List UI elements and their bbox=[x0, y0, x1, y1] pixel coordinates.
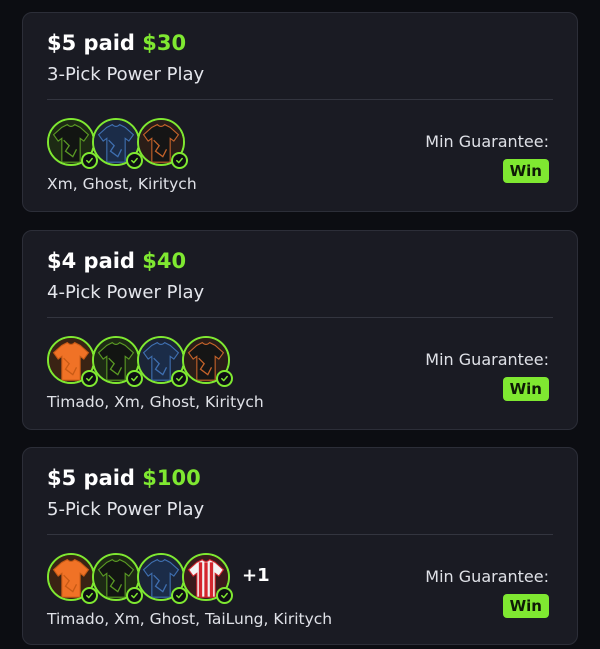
min-guarantee-label: Min Guarantee: bbox=[425, 350, 549, 369]
divider bbox=[47, 99, 553, 100]
paid-line: $5 paid $30 bbox=[47, 31, 186, 55]
entry-amount: $4 paid bbox=[47, 249, 135, 273]
entry-amount: $5 paid bbox=[47, 31, 135, 55]
payout-amount: $100 bbox=[142, 466, 201, 490]
player-names: Timado, Xm, Ghost, TaiLung, Kiritych bbox=[47, 610, 333, 628]
payout-amount: $40 bbox=[142, 249, 187, 273]
check-icon bbox=[126, 370, 143, 387]
min-guarantee-label: Min Guarantee: bbox=[425, 567, 549, 586]
check-icon bbox=[171, 370, 188, 387]
player-names: Xm, Ghost, Kiritych bbox=[47, 175, 197, 193]
divider bbox=[47, 317, 553, 318]
paid-line: $4 paid $40 bbox=[47, 249, 186, 273]
entry-card[interactable]: $5 paid $30 3-Pick Power Play Xm, Ghost,… bbox=[22, 12, 578, 212]
play-type: 5-Pick Power Play bbox=[47, 499, 205, 520]
check-icon bbox=[216, 370, 233, 387]
entry-card[interactable]: $5 paid $100 5-Pick Power Play +1 Timado… bbox=[22, 447, 578, 645]
player-names: Timado, Xm, Ghost, Kiritych bbox=[47, 393, 264, 411]
check-icon bbox=[126, 587, 143, 604]
min-guarantee-badge: Win bbox=[502, 159, 549, 183]
check-icon bbox=[81, 152, 98, 169]
check-icon bbox=[171, 152, 188, 169]
play-type: 4-Pick Power Play bbox=[47, 282, 205, 303]
paid-line: $5 paid $100 bbox=[47, 466, 201, 490]
check-icon bbox=[216, 587, 233, 604]
check-icon bbox=[81, 587, 98, 604]
check-icon bbox=[126, 152, 143, 169]
min-guarantee-badge: Win bbox=[502, 377, 549, 401]
more-players-count: +1 bbox=[242, 565, 270, 586]
entry-card[interactable]: $4 paid $40 4-Pick Power Play Timado, Xm… bbox=[22, 230, 578, 430]
entry-amount: $5 paid bbox=[47, 466, 135, 490]
check-icon bbox=[81, 370, 98, 387]
divider bbox=[47, 534, 553, 535]
min-guarantee-badge: Win bbox=[502, 594, 549, 618]
payout-amount: $30 bbox=[142, 31, 187, 55]
min-guarantee-label: Min Guarantee: bbox=[425, 132, 549, 151]
check-icon bbox=[171, 587, 188, 604]
play-type: 3-Pick Power Play bbox=[47, 64, 205, 85]
